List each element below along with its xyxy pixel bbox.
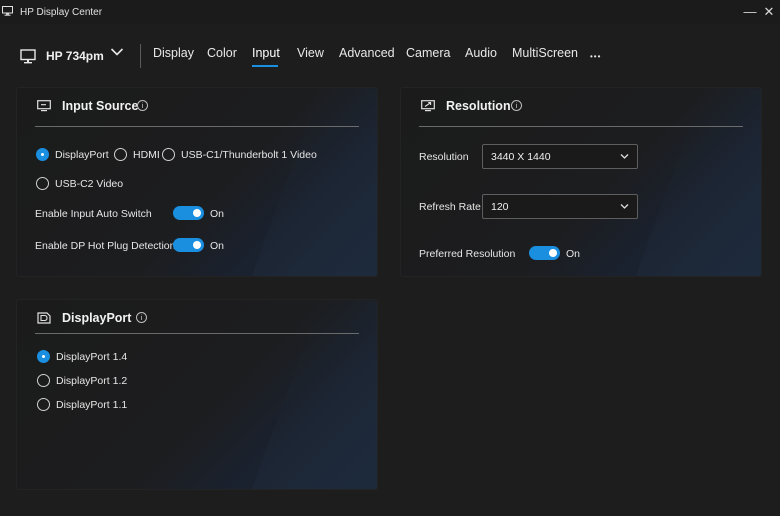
window-title: HP Display Center [20, 7, 103, 18]
auto-switch-label: Enable Input Auto Switch [35, 208, 152, 220]
radio-label: DisplayPort [55, 148, 109, 161]
info-icon[interactable]: i [136, 312, 147, 323]
nav-divider [140, 44, 141, 68]
radio-dp-1-4[interactable]: DisplayPort 1.4 [37, 350, 127, 363]
chevron-down-icon[interactable] [110, 47, 124, 57]
radio-label: DisplayPort 1.1 [56, 398, 128, 411]
divider [35, 333, 359, 334]
radio-displayport[interactable]: DisplayPort [36, 148, 109, 161]
input-source-icon [37, 100, 51, 112]
auto-switch-toggle[interactable] [173, 206, 204, 220]
tab-display[interactable]: Display [153, 46, 194, 60]
preferred-resolution-label: Preferred Resolution [419, 248, 516, 260]
tab-advanced[interactable]: Advanced [339, 46, 395, 60]
close-button[interactable]: ✕ [760, 3, 778, 21]
resolution-label: Resolution [419, 151, 469, 163]
radio-button[interactable] [36, 177, 49, 190]
minimize-button[interactable]: — [741, 3, 759, 21]
radio-dp-1-1[interactable]: DisplayPort 1.1 [37, 398, 127, 411]
displayport-panel: DisplayPort i DisplayPort 1.4 DisplayPor… [16, 299, 378, 490]
auto-switch-state: On [210, 208, 225, 220]
resolution-panel: Resolution i Resolution 3440 X 1440 Refr… [400, 87, 762, 277]
chevron-down-icon [620, 204, 629, 209]
radio-hdmi[interactable]: HDMI [114, 148, 160, 161]
refresh-rate-dropdown[interactable]: 120 [482, 194, 638, 219]
radio-label: USB-C2 Video [55, 177, 124, 190]
radio-button-selected[interactable] [36, 148, 49, 161]
tab-multiscreen[interactable]: MultiScreen [512, 46, 578, 60]
radio-button[interactable] [162, 148, 175, 161]
displayport-icon [37, 312, 51, 324]
tab-audio[interactable]: Audio [465, 46, 497, 60]
input-source-header: Input Source [37, 98, 138, 114]
tab-camera[interactable]: Camera [406, 46, 450, 60]
radio-usb-c1[interactable]: USB-C1/Thunderbolt 1 Video [162, 148, 317, 161]
radio-label: USB-C1/Thunderbolt 1 Video [181, 148, 317, 161]
title-bar: HP Display Center — ✕ [0, 0, 780, 24]
radio-button[interactable] [114, 148, 127, 161]
refresh-rate-value: 120 [491, 201, 509, 213]
radio-button-selected[interactable] [37, 350, 50, 363]
resolution-title: Resolution [446, 99, 511, 113]
hot-plug-state: On [210, 240, 225, 252]
hot-plug-label: Enable DP Hot Plug Detection [35, 240, 176, 252]
resolution-value: 3440 X 1440 [491, 151, 551, 163]
input-source-title: Input Source [62, 99, 139, 113]
tab-view[interactable]: View [297, 46, 324, 60]
info-icon[interactable]: i [137, 100, 148, 111]
divider [35, 126, 359, 127]
displayport-title: DisplayPort [62, 311, 132, 325]
monitor-selector[interactable]: HP 734pm [20, 44, 104, 68]
info-icon[interactable]: i [511, 100, 522, 111]
radio-label: HDMI [133, 148, 160, 161]
radio-label: DisplayPort 1.2 [56, 374, 128, 387]
active-tab-indicator [252, 65, 278, 67]
chevron-down-icon [620, 154, 629, 159]
monitor-icon [20, 48, 36, 63]
radio-button[interactable] [37, 374, 50, 387]
radio-usb-c2[interactable]: USB-C2 Video [36, 177, 123, 190]
refresh-rate-label: Refresh Rate [419, 201, 481, 213]
hot-plug-toggle[interactable] [173, 238, 204, 252]
radio-dp-1-2[interactable]: DisplayPort 1.2 [37, 374, 127, 387]
radio-label: DisplayPort 1.4 [56, 350, 128, 363]
more-tabs-button[interactable]: ••• [590, 52, 601, 61]
divider [419, 126, 743, 127]
preferred-resolution-toggle[interactable] [529, 246, 560, 260]
app-monitor-icon [2, 6, 13, 16]
tab-input[interactable]: Input [252, 46, 280, 60]
top-navigation: HP 734pm Display Color Input View Advanc… [0, 36, 780, 76]
resolution-dropdown[interactable]: 3440 X 1440 [482, 144, 638, 169]
monitor-name: HP 734pm [46, 49, 104, 63]
preferred-resolution-state: On [566, 248, 581, 260]
displayport-header: DisplayPort [37, 310, 131, 326]
input-source-panel: Input Source i DisplayPort HDMI USB-C1/T… [16, 87, 378, 277]
resolution-header: Resolution [421, 98, 511, 114]
radio-button[interactable] [37, 398, 50, 411]
tab-color[interactable]: Color [207, 46, 237, 60]
resolution-icon [421, 100, 435, 112]
